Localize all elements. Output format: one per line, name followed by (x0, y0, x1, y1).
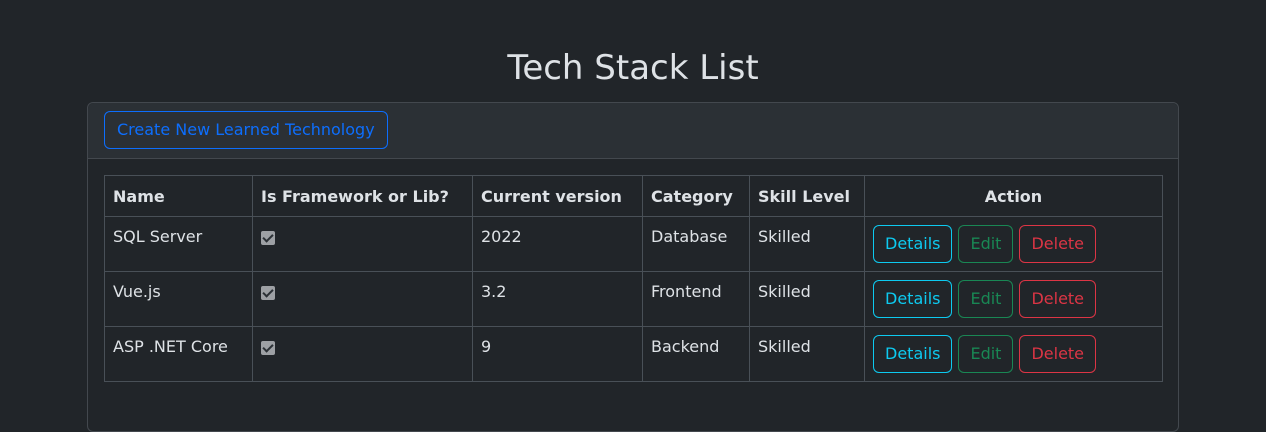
create-technology-button[interactable]: Create New Learned Technology (104, 111, 388, 149)
cell-name: SQL Server (104, 216, 253, 272)
column-header-category: Category (642, 175, 750, 217)
cell-skill-level: Skilled (749, 271, 865, 327)
delete-button[interactable]: Delete (1019, 280, 1097, 318)
cell-category: Database (642, 216, 750, 272)
details-button[interactable]: Details (873, 335, 953, 373)
cell-version: 9 (472, 326, 643, 382)
cell-actions: Details Edit Delete (864, 216, 1163, 272)
table-row: Vue.js 3.2 Frontend Skilled Details Edit D… (104, 271, 1163, 327)
table-header-row: Name Is Framework or Lib? Current versio… (104, 175, 1163, 217)
column-header-skill-level: Skill Level (749, 175, 865, 217)
column-header-name: Name (104, 175, 253, 217)
edit-button[interactable]: Edit (958, 225, 1014, 263)
tech-stack-table: Name Is Framework or Lib? Current versio… (104, 175, 1163, 382)
checkbox-checked-icon (261, 231, 275, 245)
delete-button[interactable]: Delete (1019, 335, 1097, 373)
page-title: Tech Stack List (507, 48, 759, 88)
cell-category: Frontend (642, 271, 750, 327)
cell-skill-level: Skilled (749, 216, 865, 272)
cell-category: Backend (642, 326, 750, 382)
column-header-version: Current version (472, 175, 643, 217)
cell-is-framework (252, 326, 473, 382)
cell-actions: Details Edit Delete (864, 326, 1163, 382)
column-header-is-framework: Is Framework or Lib? (252, 175, 473, 217)
cell-actions: Details Edit Delete (864, 271, 1163, 327)
edit-button[interactable]: Edit (958, 280, 1014, 318)
details-button[interactable]: Details (873, 280, 953, 318)
cell-is-framework (252, 216, 473, 272)
cell-name: ASP .NET Core (104, 326, 253, 382)
details-button[interactable]: Details (873, 225, 953, 263)
cell-name: Vue.js (104, 271, 253, 327)
table-row: ASP .NET Core 9 Backend Skilled Details E… (104, 326, 1163, 382)
checkbox-checked-icon (261, 341, 275, 355)
card-header: Create New Learned Technology (88, 103, 1178, 159)
cell-is-framework (252, 271, 473, 327)
column-header-action: Action (864, 175, 1163, 217)
card-body: Name Is Framework or Lib? Current versio… (88, 159, 1178, 398)
delete-button[interactable]: Delete (1019, 225, 1097, 263)
cell-version: 3.2 (472, 271, 643, 327)
checkbox-checked-icon (261, 286, 275, 300)
edit-button[interactable]: Edit (958, 335, 1014, 373)
table-row: SQL Server 2022 Database Skilled Details… (104, 216, 1163, 272)
cell-version: 2022 (472, 216, 643, 272)
tech-stack-card: Create New Learned Technology Name Is Fr… (87, 102, 1179, 432)
cell-skill-level: Skilled (749, 326, 865, 382)
